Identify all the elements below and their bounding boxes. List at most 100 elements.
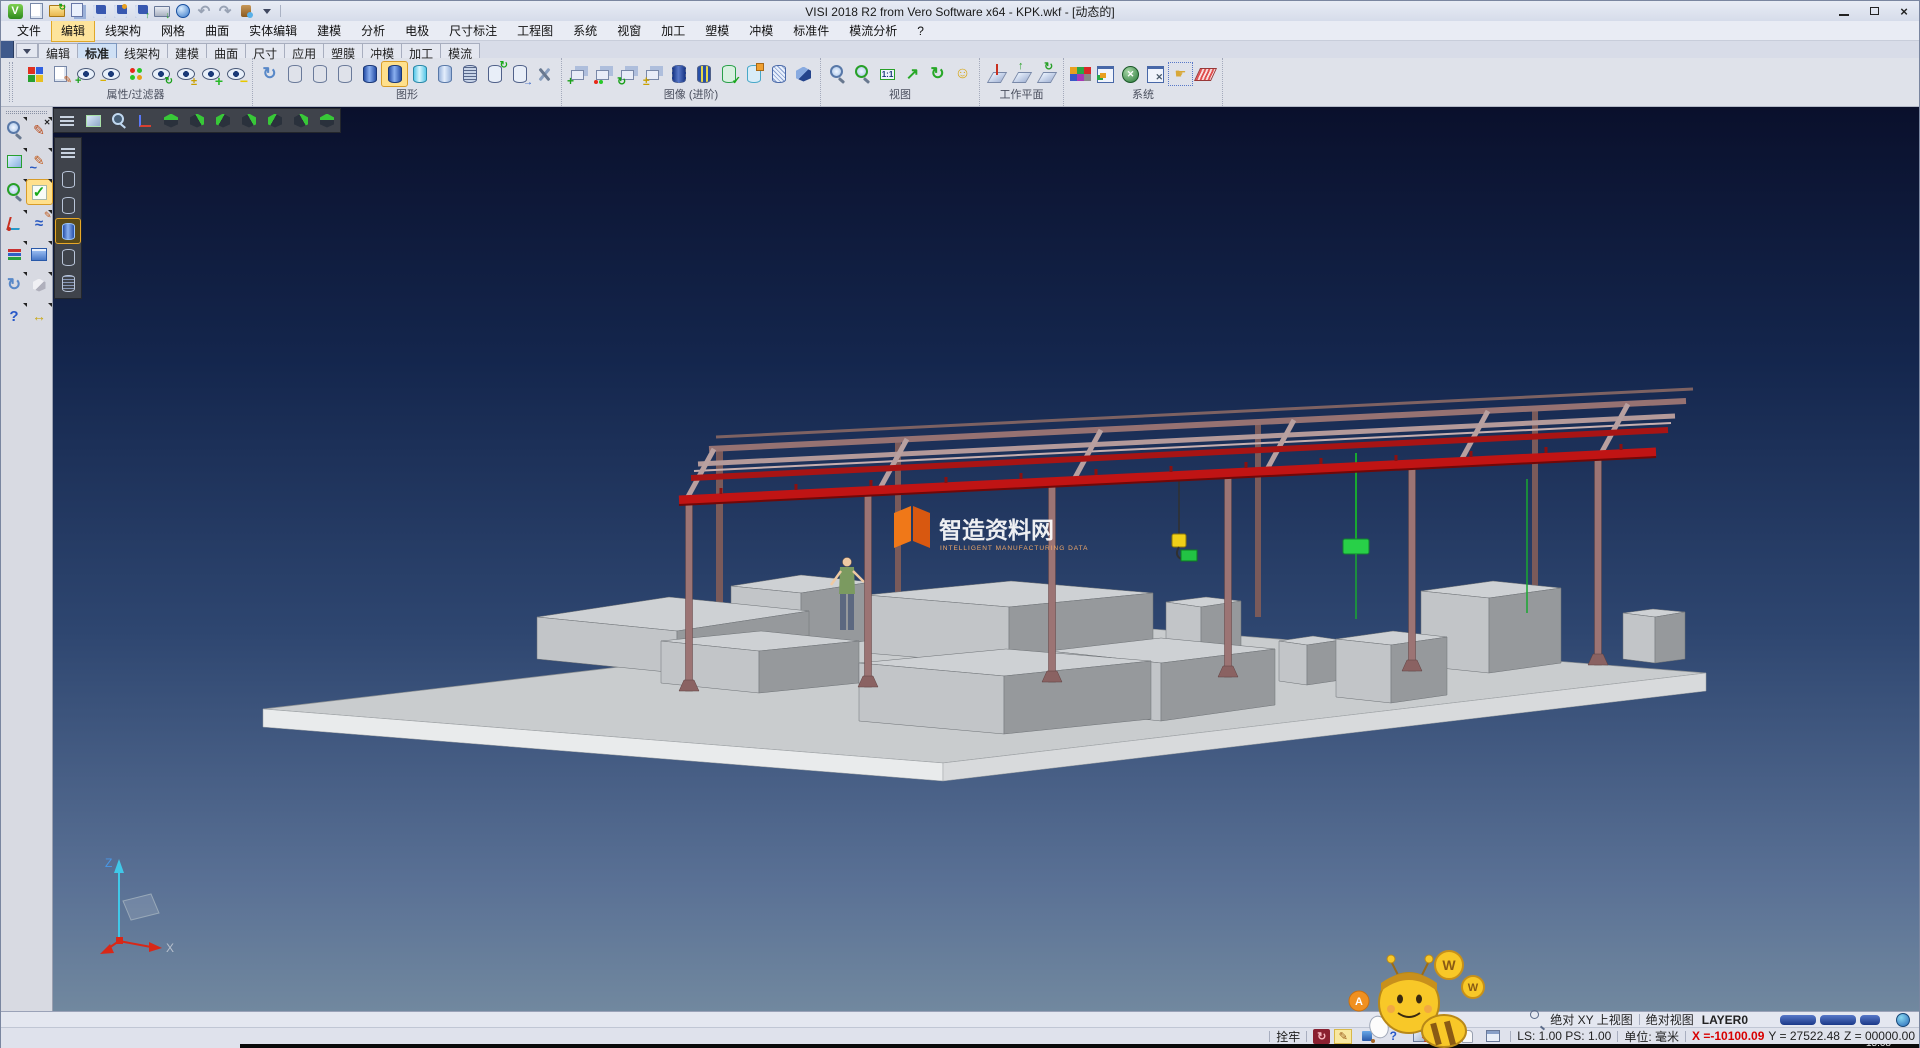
- menu-item[interactable]: 编辑: [51, 19, 95, 42]
- save-icon[interactable]: [89, 2, 109, 20]
- flyout-arrow-icon[interactable]: [48, 148, 52, 152]
- transparent-view-icon[interactable]: [407, 62, 432, 86]
- menu-item[interactable]: 加工: [651, 19, 695, 42]
- view-front-icon[interactable]: [184, 110, 210, 132]
- attributes-palette-icon[interactable]: [23, 62, 48, 86]
- attributes-books-icon[interactable]: [2, 242, 27, 266]
- mesh-solid-icon[interactable]: [766, 62, 791, 86]
- erase-edit-icon[interactable]: [27, 118, 52, 142]
- hatched-view-icon[interactable]: [457, 62, 482, 86]
- view-face-icon[interactable]: [950, 62, 975, 86]
- lock-toggle[interactable]: 拴牢: [1276, 1028, 1300, 1045]
- color-table-icon[interactable]: [1068, 62, 1093, 86]
- axes-icon[interactable]: [132, 110, 158, 132]
- ink-attributes-icon[interactable]: [1356, 1029, 1378, 1044]
- license-grid-icon[interactable]: [1193, 62, 1218, 86]
- advanced-toggle-icon[interactable]: [641, 62, 666, 86]
- menu-item[interactable]: 实体编辑: [239, 19, 307, 42]
- system-settings-icon[interactable]: [1093, 62, 1118, 86]
- reference-solid-icon[interactable]: [741, 62, 766, 86]
- spline-edit-icon[interactable]: [27, 149, 52, 173]
- workplane-rotate-icon[interactable]: [1034, 62, 1059, 86]
- render-cube-icon[interactable]: [791, 62, 816, 86]
- view-mode-label[interactable]: 绝对 XY 上视图: [1550, 1011, 1632, 1028]
- dashed-hidden-view-icon[interactable]: [332, 62, 357, 86]
- view-axon-icon[interactable]: [314, 110, 340, 132]
- new-file-icon[interactable]: [26, 2, 46, 20]
- regen-solids-icon[interactable]: [482, 62, 507, 86]
- copy-attributes-icon[interactable]: [48, 62, 73, 86]
- flyout-arrow-icon[interactable]: [48, 303, 52, 307]
- flyout-arrow-icon[interactable]: [48, 117, 52, 121]
- hide-all-icon[interactable]: [223, 62, 248, 86]
- maximize-button[interactable]: [1859, 1, 1889, 21]
- quick-access-dropdown[interactable]: [257, 2, 277, 20]
- striped-solid-icon[interactable]: [691, 62, 716, 86]
- ghost-mode-icon[interactable]: [56, 245, 80, 269]
- annotation-edit-icon[interactable]: [1334, 1029, 1352, 1044]
- print-icon[interactable]: [152, 2, 172, 20]
- wireframe-mode-icon[interactable]: [56, 167, 80, 191]
- graphics-settings-icon[interactable]: [532, 62, 557, 86]
- menu-item[interactable]: 文件: [7, 19, 51, 42]
- undo-icon[interactable]: [194, 2, 214, 20]
- history-icon[interactable]: [236, 2, 256, 20]
- toolbar-tab[interactable]: 模流: [441, 43, 480, 58]
- render-mode-icon[interactable]: [1434, 1029, 1452, 1044]
- export-box-icon[interactable]: [1408, 1029, 1430, 1044]
- view-iso-icon[interactable]: [288, 110, 314, 132]
- close-button[interactable]: ×: [1889, 1, 1919, 21]
- print-preview-icon[interactable]: [173, 2, 193, 20]
- menu-item[interactable]: 标准件: [783, 19, 839, 42]
- help-icon[interactable]: [2, 304, 27, 328]
- curve-edit-icon[interactable]: [27, 211, 52, 235]
- options-icon[interactable]: [1118, 62, 1143, 86]
- menu-item[interactable]: 尺寸标注: [439, 19, 507, 42]
- rotate-view-icon[interactable]: [925, 62, 950, 86]
- zoom-dynamic-icon[interactable]: [825, 62, 850, 86]
- blank-entities-icon[interactable]: [98, 62, 123, 86]
- zoom-scale-icon[interactable]: [2, 180, 27, 204]
- toolbar-tab[interactable]: 线架构: [117, 43, 168, 58]
- insert-file-icon[interactable]: [68, 2, 88, 20]
- validate-solid-icon[interactable]: [716, 62, 741, 86]
- redraw-icon[interactable]: [2, 273, 27, 297]
- interface-config-icon[interactable]: [1143, 62, 1168, 86]
- toolbar-tab[interactable]: 标准: [78, 43, 117, 58]
- toolbar-tab[interactable]: 编辑: [38, 43, 78, 58]
- menu-item[interactable]: 线架构: [95, 19, 151, 42]
- zoom-window-icon[interactable]: [850, 62, 875, 86]
- viewports-icon[interactable]: [27, 242, 52, 266]
- refresh-visibility-icon[interactable]: [148, 62, 173, 86]
- flyout-arrow-icon[interactable]: [48, 241, 52, 245]
- workplane-icon[interactable]: [984, 62, 1009, 86]
- globe-status-icon[interactable]: [1890, 1008, 1915, 1032]
- pan-view-icon[interactable]: [900, 62, 925, 86]
- zoom-extents-icon[interactable]: [80, 110, 106, 132]
- flat-shaded-view-icon[interactable]: [432, 62, 457, 86]
- flyout-arrow-icon[interactable]: [48, 272, 52, 276]
- view-menu-icon[interactable]: [54, 110, 80, 132]
- search-icon[interactable]: [1525, 1008, 1550, 1032]
- toolbar-tab[interactable]: 塑膜: [324, 43, 363, 58]
- zoom-dynamic-icon[interactable]: [106, 110, 132, 132]
- selection-options-icon[interactable]: [1168, 62, 1193, 86]
- 3d-viewport[interactable]: [53, 107, 1919, 1011]
- menu-item[interactable]: ?: [907, 21, 934, 41]
- toolbar-tab[interactable]: 曲面: [207, 43, 246, 58]
- menu-item[interactable]: 模流分析: [839, 19, 907, 42]
- glove-cursor-icon[interactable]: [1456, 1029, 1478, 1044]
- view-right-icon[interactable]: [210, 110, 236, 132]
- view-left-icon[interactable]: [236, 110, 262, 132]
- filter-traffic-icon[interactable]: [123, 62, 148, 86]
- menu-item[interactable]: 建模: [307, 19, 351, 42]
- redo-icon[interactable]: [215, 2, 235, 20]
- menu-item[interactable]: 分析: [351, 19, 395, 42]
- menu-item[interactable]: 网格: [151, 19, 195, 42]
- solid-view-icon[interactable]: [27, 273, 52, 297]
- minimize-button[interactable]: [1829, 1, 1859, 21]
- ribbon-drag-handle[interactable]: [9, 62, 13, 102]
- save-as-icon[interactable]: [110, 2, 130, 20]
- mesh-mode-icon[interactable]: [56, 271, 80, 295]
- save-all-icon[interactable]: [131, 2, 151, 20]
